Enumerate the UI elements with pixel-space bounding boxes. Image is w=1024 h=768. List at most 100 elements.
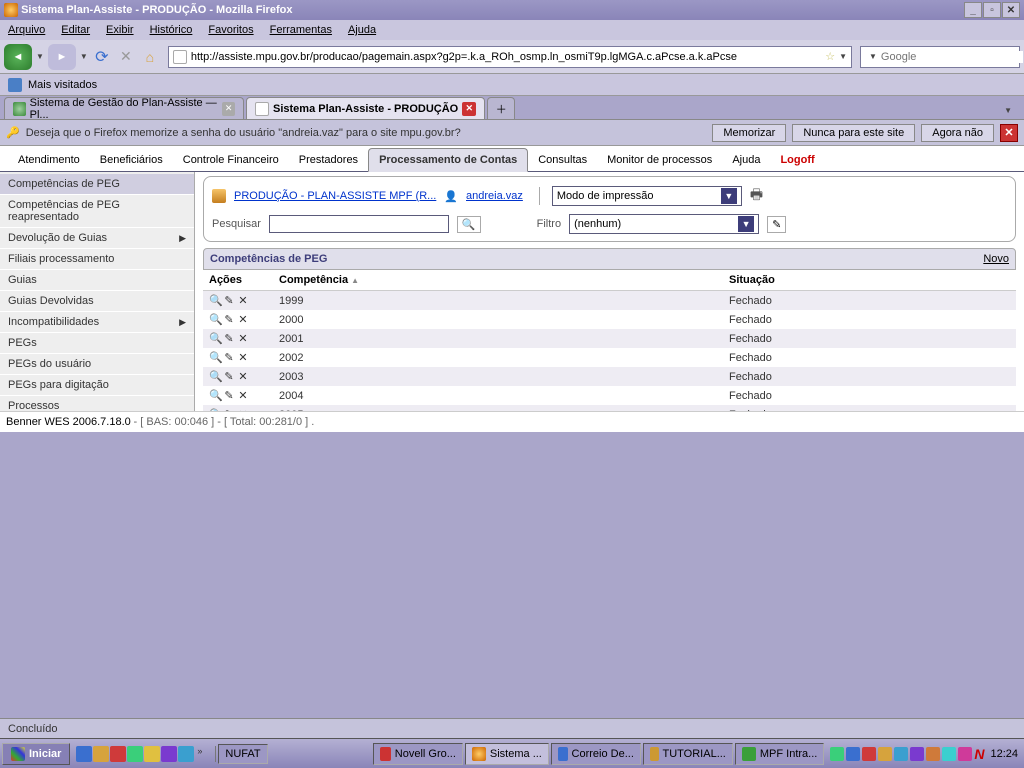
context-link[interactable]: PRODUÇÃO - PLAN-ASSISTE MPF (R... bbox=[234, 190, 436, 202]
view-icon[interactable]: 🔍 bbox=[209, 351, 221, 364]
view-icon[interactable]: 🔍 bbox=[209, 389, 221, 402]
new-tab-button[interactable]: ＋ bbox=[487, 97, 515, 119]
print-icon[interactable]: 🖶 bbox=[750, 184, 763, 208]
close-tab-button[interactable]: ✕ bbox=[222, 102, 235, 116]
col-situacao[interactable]: Situação bbox=[723, 270, 1016, 291]
back-button[interactable]: ◄ bbox=[4, 44, 32, 70]
edit-icon[interactable]: ✎ bbox=[223, 370, 235, 383]
delete-icon[interactable]: ✕ bbox=[237, 294, 249, 307]
back-history-dropdown[interactable]: ▼ bbox=[36, 52, 44, 61]
task-nufat[interactable]: NUFAT bbox=[218, 744, 267, 764]
menu-arquivo[interactable]: Arquivo bbox=[8, 24, 45, 36]
maximize-button[interactable]: ▫ bbox=[983, 2, 1001, 18]
tray-icon[interactable] bbox=[846, 747, 860, 761]
tray-icon[interactable] bbox=[958, 747, 972, 761]
sidebar-item[interactable]: Competências de PEG bbox=[0, 174, 194, 195]
delete-icon[interactable]: ✕ bbox=[237, 370, 249, 383]
sidebar-item[interactable]: Incompatibilidades▶ bbox=[0, 312, 194, 333]
delete-icon[interactable]: ✕ bbox=[237, 351, 249, 364]
nav-prestadores[interactable]: Prestadores bbox=[289, 149, 368, 171]
tray-n-icon[interactable]: N bbox=[974, 746, 984, 762]
tray-icon[interactable] bbox=[894, 747, 908, 761]
start-button[interactable]: Iniciar bbox=[2, 743, 70, 765]
nav-consultas[interactable]: Consultas bbox=[528, 149, 597, 171]
edit-filter-button[interactable]: ✎ bbox=[767, 216, 786, 233]
ql-icon[interactable] bbox=[93, 746, 109, 762]
nav-monitor-de-processos[interactable]: Monitor de processos bbox=[597, 149, 722, 171]
menu-ajuda[interactable]: Ajuda bbox=[348, 24, 376, 36]
forward-history-dropdown[interactable]: ▼ bbox=[80, 52, 88, 61]
sidebar-item[interactable]: PEGs para digitação bbox=[0, 375, 194, 396]
ql-icon[interactable] bbox=[110, 746, 126, 762]
edit-icon[interactable]: ✎ bbox=[223, 351, 235, 364]
tab-1[interactable]: Sistema de Gestão do Plan-Assiste — Pl..… bbox=[4, 97, 244, 119]
menu-ferramentas[interactable]: Ferramentas bbox=[270, 24, 332, 36]
tray-icon[interactable] bbox=[878, 747, 892, 761]
edit-icon[interactable]: ✎ bbox=[223, 313, 235, 326]
nav-processamento-de-contas[interactable]: Processamento de Contas bbox=[368, 148, 528, 172]
tab-list-dropdown[interactable]: ▼ bbox=[996, 102, 1020, 119]
task-mpf[interactable]: MPF Intra... bbox=[735, 743, 824, 765]
task-correio[interactable]: Correio De... bbox=[551, 743, 641, 765]
sidebar-item[interactable]: Guias Devolvidas bbox=[0, 291, 194, 312]
tray-icon[interactable] bbox=[910, 747, 924, 761]
url-bar[interactable]: ☆ ▼ bbox=[168, 46, 852, 68]
close-window-button[interactable]: ✕ bbox=[1002, 2, 1020, 18]
delete-icon[interactable]: ✕ bbox=[237, 313, 249, 326]
menu-exibir[interactable]: Exibir bbox=[106, 24, 134, 36]
table-row[interactable]: 🔍✎✕2001Fechado bbox=[203, 329, 1016, 348]
edit-icon[interactable]: ✎ bbox=[223, 332, 235, 345]
print-mode-select[interactable]: Modo de impressão ▼ bbox=[552, 186, 742, 206]
reload-button[interactable]: ⟳ bbox=[92, 47, 112, 67]
ql-icon[interactable] bbox=[178, 746, 194, 762]
ql-expand[interactable]: » bbox=[195, 746, 211, 762]
table-row[interactable]: 🔍✎✕2000Fechado bbox=[203, 310, 1016, 329]
menu-editar[interactable]: Editar bbox=[61, 24, 90, 36]
ql-icon[interactable] bbox=[127, 746, 143, 762]
not-now-button[interactable]: Agora não bbox=[921, 124, 994, 142]
close-tab-button[interactable]: ✕ bbox=[462, 102, 476, 116]
nav-atendimento[interactable]: Atendimento bbox=[8, 149, 90, 171]
edit-icon[interactable]: ✎ bbox=[223, 294, 235, 307]
tab-2[interactable]: Sistema Plan-Assiste - PRODUÇÃO ✕ bbox=[246, 97, 485, 119]
forward-button[interactable]: ► bbox=[48, 44, 76, 70]
search-engine-dropdown[interactable]: ▼ bbox=[869, 52, 877, 61]
sidebar-item[interactable]: Guias bbox=[0, 270, 194, 291]
stop-button[interactable]: ✕ bbox=[116, 47, 136, 67]
url-input[interactable] bbox=[191, 51, 821, 63]
delete-icon[interactable]: ✕ bbox=[237, 389, 249, 402]
sidebar-item[interactable]: PEGs do usuário bbox=[0, 354, 194, 375]
view-icon[interactable]: 🔍 bbox=[209, 294, 221, 307]
view-icon[interactable]: 🔍 bbox=[209, 313, 221, 326]
tray-icon[interactable] bbox=[830, 747, 844, 761]
task-sistema[interactable]: Sistema ... bbox=[465, 743, 549, 765]
nav-beneficiários[interactable]: Beneficiários bbox=[90, 149, 173, 171]
view-icon[interactable]: 🔍 bbox=[209, 370, 221, 383]
table-row[interactable]: 🔍✎✕2002Fechado bbox=[203, 348, 1016, 367]
sidebar-item[interactable]: Devolução de Guias▶ bbox=[0, 228, 194, 249]
url-history-dropdown[interactable]: ▼ bbox=[839, 52, 847, 61]
nav-ajuda[interactable]: Ajuda bbox=[722, 149, 770, 171]
minimize-button[interactable]: _ bbox=[964, 2, 982, 18]
nav-controle-financeiro[interactable]: Controle Financeiro bbox=[173, 149, 289, 171]
favorite-star-icon[interactable]: ☆ bbox=[825, 50, 835, 63]
tray-icon[interactable] bbox=[862, 747, 876, 761]
sidebar-item[interactable]: Competências de PEG reapresentado bbox=[0, 195, 194, 228]
search-go-button[interactable]: 🔍 bbox=[457, 216, 481, 233]
delete-icon[interactable]: ✕ bbox=[237, 332, 249, 345]
tray-icon[interactable] bbox=[926, 747, 940, 761]
sidebar-item[interactable]: Filiais processamento bbox=[0, 249, 194, 270]
most-visited-label[interactable]: Mais visitados bbox=[28, 79, 97, 91]
user-link[interactable]: andreia.vaz bbox=[466, 190, 523, 202]
table-row[interactable]: 🔍✎✕2004Fechado bbox=[203, 386, 1016, 405]
search-box[interactable]: ▼ 🔍 bbox=[860, 46, 1020, 68]
edit-icon[interactable]: ✎ bbox=[223, 389, 235, 402]
ql-icon[interactable] bbox=[76, 746, 92, 762]
new-link[interactable]: Novo bbox=[983, 253, 1009, 265]
never-site-button[interactable]: Nunca para este site bbox=[792, 124, 915, 142]
view-icon[interactable]: 🔍 bbox=[209, 332, 221, 345]
menu-histórico[interactable]: Histórico bbox=[150, 24, 193, 36]
ql-icon[interactable] bbox=[161, 746, 177, 762]
task-novell[interactable]: Novell Gro... bbox=[373, 743, 463, 765]
tray-icon[interactable] bbox=[942, 747, 956, 761]
